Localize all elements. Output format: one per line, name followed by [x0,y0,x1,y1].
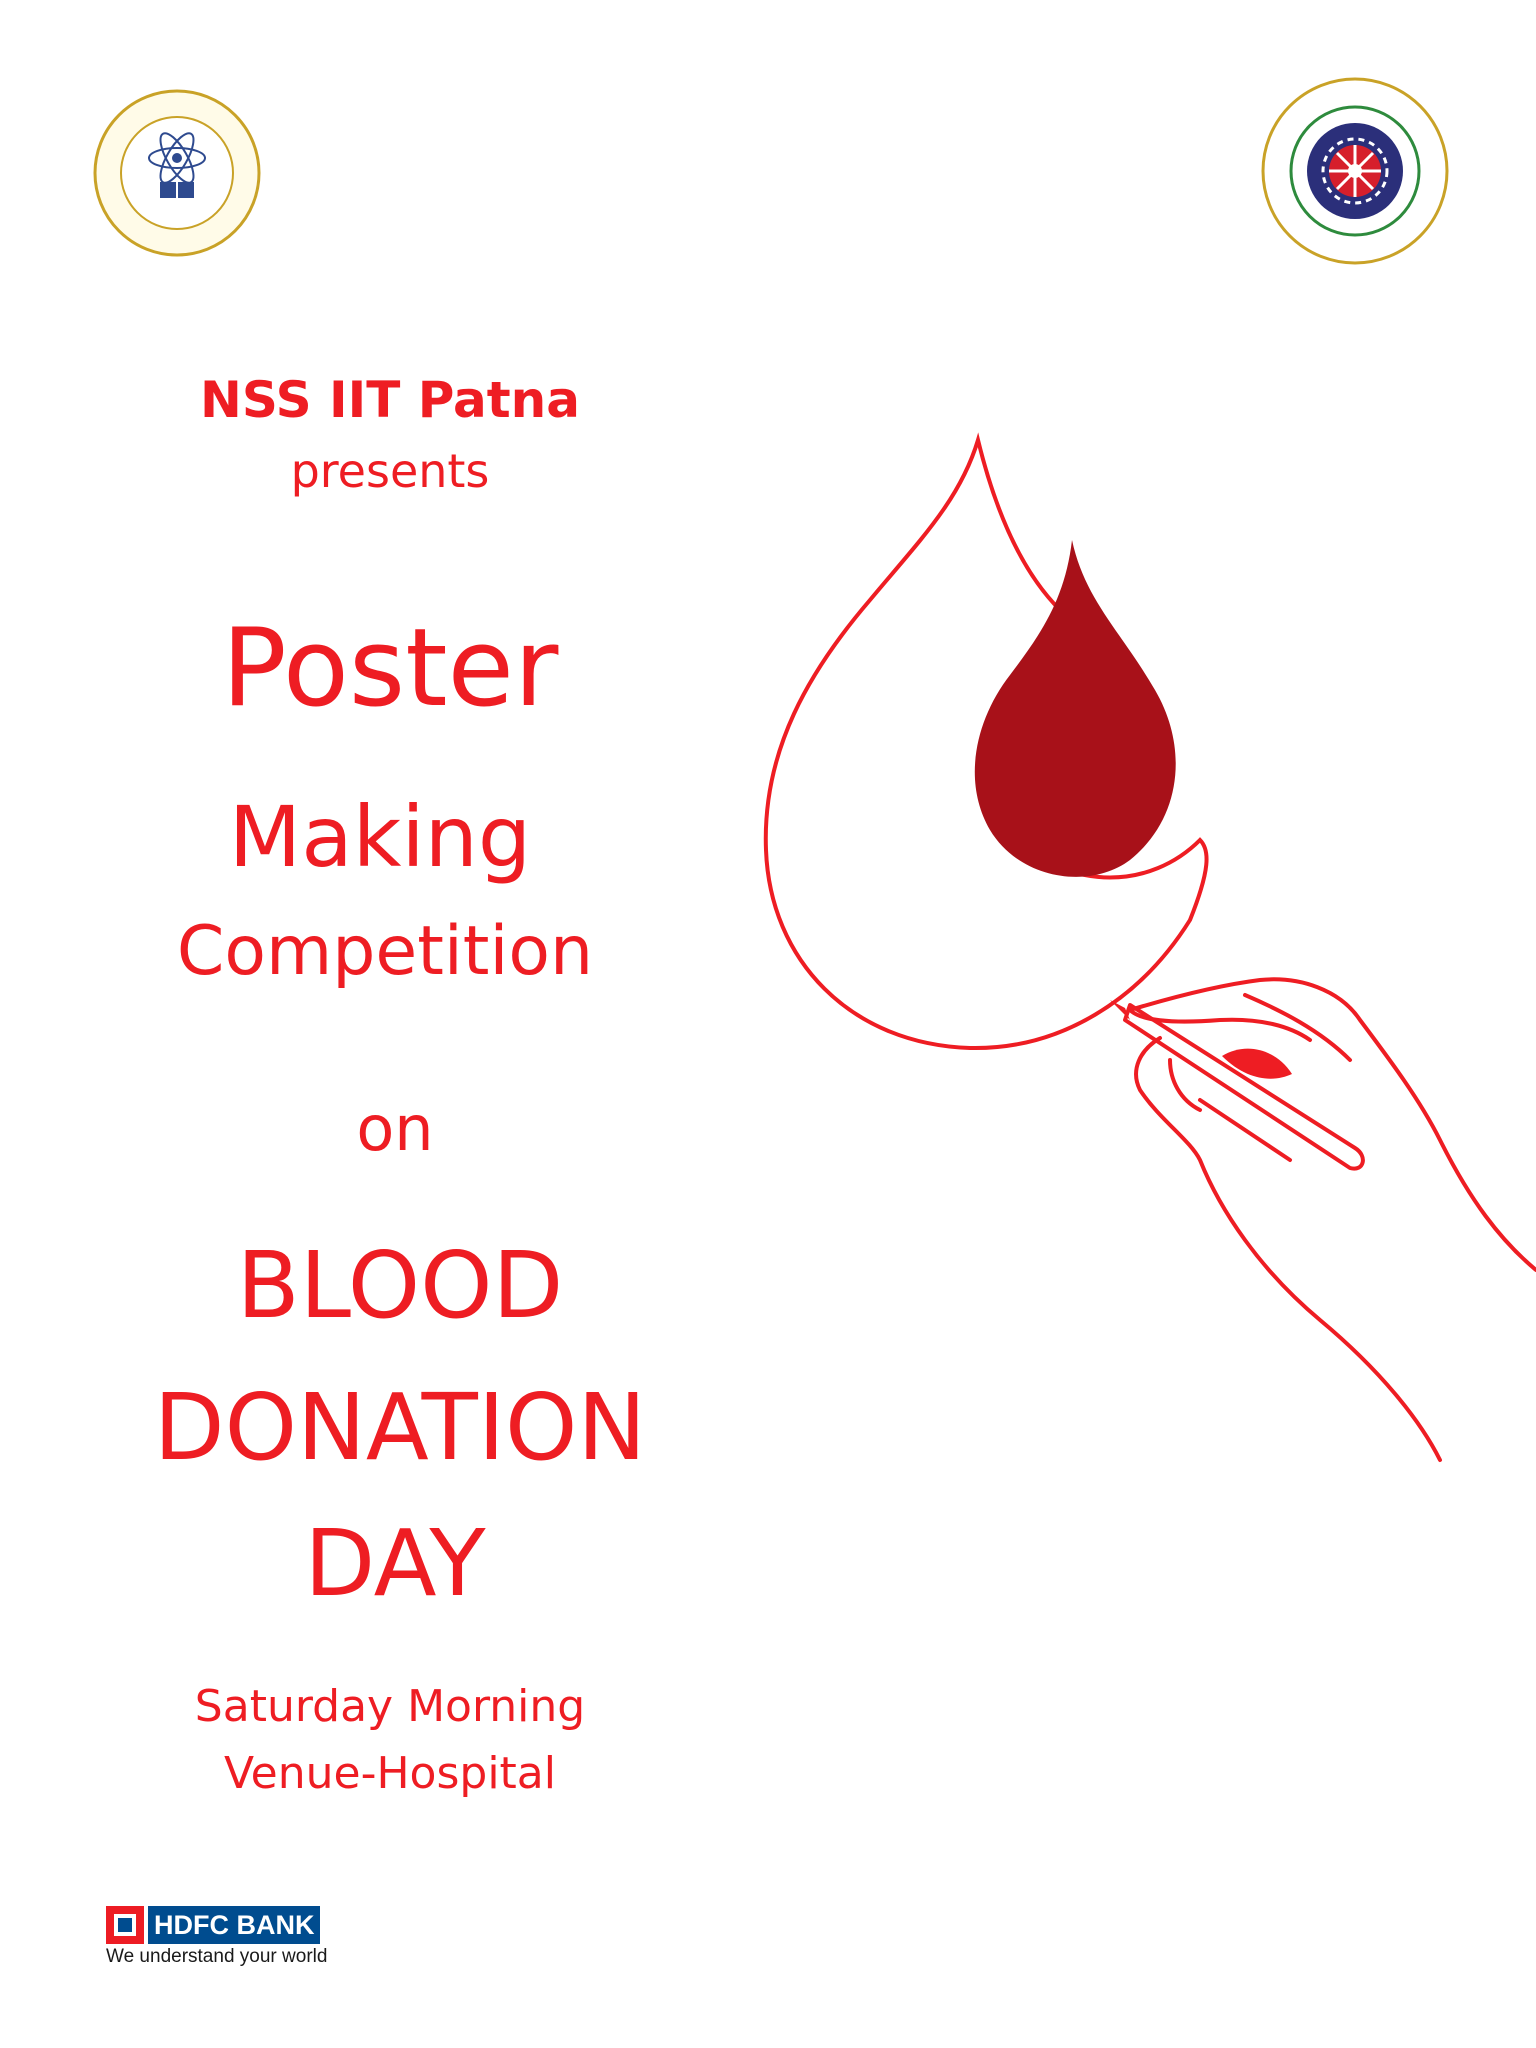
event-title-line-3: Competition [176,912,594,991]
poster: NSS IIT Patna presents Poster Making Com… [0,0,1536,2048]
connector-label: on [356,1092,434,1165]
hdfc-logo-row: HDFC BANK [106,1906,366,1944]
blood-drop-illustration [700,420,1536,1480]
presents-label: presents [290,444,490,498]
iit-patna-logo [92,88,262,258]
nss-logo [1260,76,1450,266]
theme-line-1: BLOOD [236,1232,564,1339]
event-time: Saturday Morning [194,1681,586,1732]
hdfc-square-icon [106,1906,144,1944]
iit-seal-icon [93,89,261,257]
event-venue: Venue-Hospital [224,1748,556,1799]
event-title-line-1: Poster [221,606,559,731]
blood-drop-hand-icon [763,432,1536,1462]
sponsor-logo: HDFC BANK We understand your world [106,1906,366,1967]
sponsor-name: HDFC BANK [148,1906,321,1944]
sponsor-tagline: We understand your world [106,1946,328,1967]
theme-line-3: DAY [304,1510,486,1617]
organizer-title: NSS IIT Patna [199,371,581,429]
nss-seal-icon [1261,77,1449,265]
theme-line-2: DONATION [153,1374,647,1481]
event-title-line-2: Making [228,788,532,886]
